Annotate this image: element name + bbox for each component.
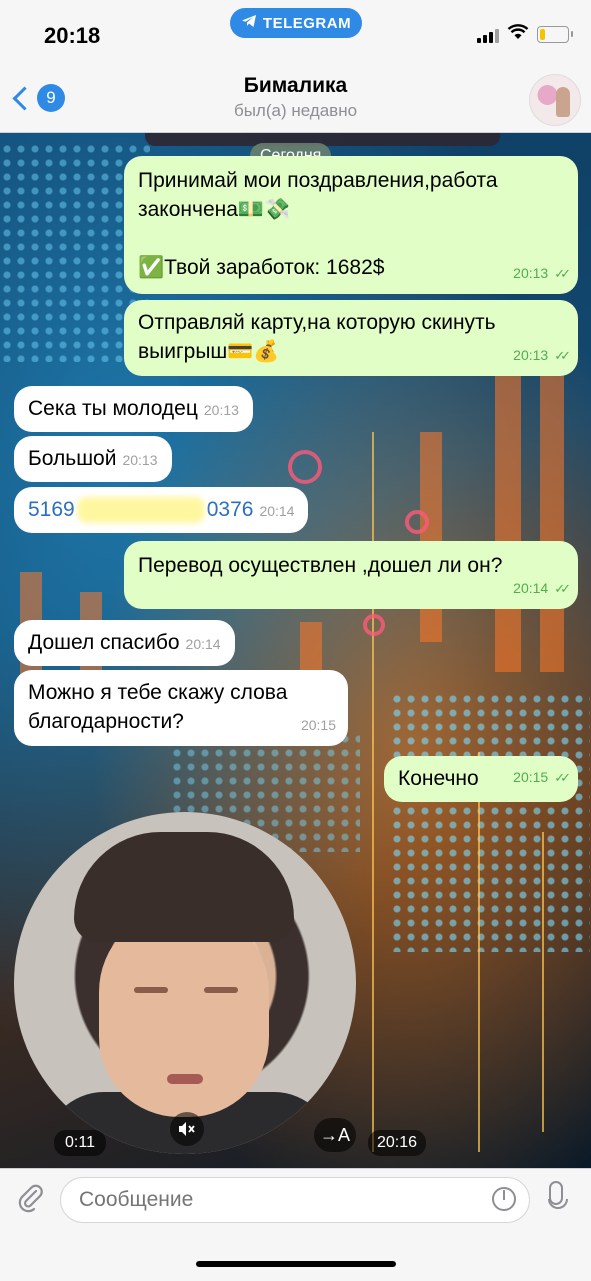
message-text: Конечно	[398, 767, 479, 790]
message-time: 20:15	[513, 769, 549, 785]
message-text: выигрыш💳💰	[138, 340, 280, 363]
wallpaper-dots	[390, 692, 590, 952]
wallpaper-ring	[363, 614, 385, 636]
message-time: 20:13	[513, 265, 549, 281]
message-time: 20:13	[203, 402, 239, 418]
message-meta: 20:15 ✓✓	[513, 763, 571, 792]
battery-level	[540, 29, 545, 40]
message-bubble-incoming[interactable]: Можно я тебе скажу слова благодарности? …	[14, 670, 348, 746]
message-bubble-outgoing[interactable]: Конечно 20:15 ✓✓	[384, 756, 578, 802]
chat-header: 9 Бималика был(а) недавно	[0, 66, 591, 133]
message-text: Отправляй карту,на которую скинуть	[138, 311, 496, 334]
wallpaper-line	[372, 432, 374, 1152]
telegram-pill-label: TELEGRAM	[262, 14, 352, 32]
wallpaper-bar	[420, 432, 442, 642]
wallpaper-ring	[405, 510, 429, 534]
card-number-end[interactable]: 0376	[207, 498, 254, 521]
message-text: Большой	[28, 447, 117, 470]
message-time: 20:14	[259, 503, 295, 519]
home-indicator	[196, 1261, 396, 1267]
status-icons	[477, 24, 573, 45]
message-time: 20:14	[513, 580, 549, 596]
read-checks-icon: ✓✓	[554, 266, 571, 281]
message-text: Перевод осуществлен ,дошел ли он?	[138, 554, 503, 577]
sticker-icon[interactable]	[492, 1187, 516, 1211]
status-bar: 20:18 TELEGRAM	[0, 0, 591, 66]
paperclip-icon[interactable]	[16, 1183, 46, 1213]
message-text: благодарности?	[28, 710, 184, 733]
message-bubble-outgoing[interactable]: Принимай мои поздравления,работа законче…	[124, 156, 578, 294]
composer	[0, 1168, 591, 1281]
chat-title-block[interactable]: Бималика был(а) недавно	[0, 74, 591, 121]
read-checks-icon: ✓✓	[554, 770, 571, 785]
translate-button[interactable]: →A	[314, 1118, 356, 1152]
message-meta: 20:14 ✓✓	[513, 574, 571, 603]
message-text: Принимай мои поздравления,работа	[138, 169, 498, 192]
battery-icon	[537, 26, 573, 43]
message-meta: 20:13 ✓✓	[513, 341, 571, 370]
message-meta: 20:13 ✓✓	[513, 259, 571, 288]
message-text: Можно я тебе скажу слова	[28, 681, 288, 704]
avatar[interactable]	[529, 74, 581, 126]
read-checks-icon: ✓✓	[554, 348, 571, 363]
message-time: 20:13	[122, 452, 158, 468]
wallpaper-bar	[495, 372, 521, 672]
message-time: 20:15	[300, 717, 336, 733]
message-bubble-incoming[interactable]: Дошел спасибо 20:14	[14, 620, 235, 666]
microphone-icon[interactable]	[548, 1181, 568, 1217]
message-meta: 20:15	[301, 711, 336, 740]
video-time: 20:16	[368, 1130, 426, 1156]
card-number-start[interactable]: 5169	[28, 498, 75, 521]
wallpaper-line	[478, 752, 480, 1152]
read-checks-icon: ✓✓	[554, 581, 571, 596]
message-bubble-incoming[interactable]: Большой 20:13	[14, 436, 172, 482]
message-text: закончена💵💸	[138, 198, 291, 221]
last-seen-status: был(а) недавно	[233, 101, 358, 120]
message-text: Дошел спасибо	[28, 631, 180, 654]
message-input[interactable]	[60, 1177, 530, 1223]
wallpaper-bar	[540, 332, 564, 672]
message-text: Сека ты молодец	[28, 397, 198, 420]
message-bubble-outgoing[interactable]: Отправляй карту,на которую скинуть выигр…	[124, 300, 578, 376]
message-time: 20:13	[513, 347, 549, 363]
telegram-plane-icon	[241, 14, 257, 32]
video-duration: 0:11	[54, 1130, 106, 1156]
speaker-muted-icon[interactable]	[170, 1112, 204, 1146]
chat-title: Бималика	[243, 74, 348, 97]
message-text: ✅Твой заработок: 1682$	[138, 256, 385, 279]
message-bubble-incoming[interactable]: Сека ты молодец 20:13	[14, 386, 253, 432]
cellular-signal-icon	[477, 27, 499, 43]
message-bubble-incoming[interactable]: 5169 0376 20:14	[14, 487, 309, 533]
video-message[interactable]	[14, 812, 356, 1154]
wallpaper-line	[542, 832, 544, 1132]
wifi-icon	[507, 24, 529, 45]
status-time: 20:18	[44, 23, 101, 48]
wallpaper-ring	[288, 450, 322, 484]
message-bubble-outgoing[interactable]: Перевод осуществлен ,дошел ли он? 20:14 …	[124, 541, 578, 609]
redaction-highlight	[76, 497, 205, 524]
message-time: 20:14	[185, 636, 221, 652]
telegram-app-pill[interactable]: TELEGRAM	[230, 8, 362, 38]
